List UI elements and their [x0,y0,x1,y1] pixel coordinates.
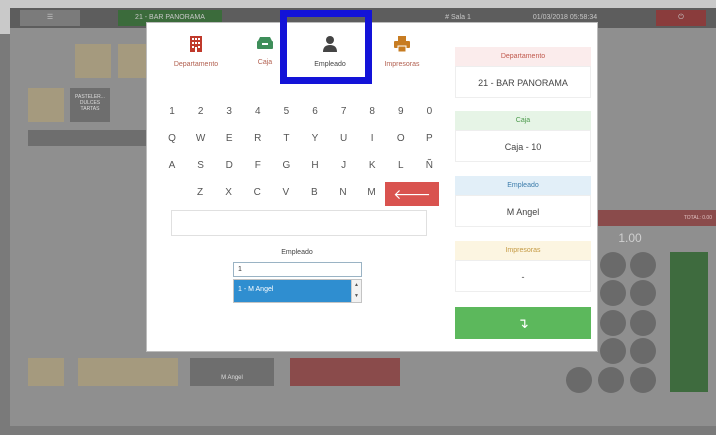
key-button[interactable]: 6 [302,101,328,123]
key-button[interactable]: F [244,155,271,177]
key-button[interactable]: A [159,155,185,177]
background-category-tile [118,44,146,78]
key-button[interactable]: 4 [244,101,271,123]
card-value: 21 - BAR PANORAMA [455,66,591,98]
key-blank [159,182,185,204]
background-footer-tile [290,358,400,386]
key-button[interactable]: L [387,155,414,177]
key-button[interactable]: 7 [330,101,357,123]
background-confirm [670,252,708,392]
background-key [630,252,656,278]
card-title: Caja [455,111,591,130]
background-key [630,338,656,364]
employee-label: Empleado [281,249,313,256]
backspace-button[interactable]: 🡐 [385,182,439,206]
employee-option[interactable]: 1 - M Angel [238,286,273,293]
building-icon [161,35,231,55]
key-button[interactable]: 2 [187,101,214,123]
key-button[interactable]: P [416,128,443,150]
key-button[interactable]: I [359,128,386,150]
impresoras-card: Impresoras - [455,241,591,292]
background-key [630,310,656,336]
key-button[interactable]: V [272,182,299,204]
key-button[interactable]: R [244,128,271,150]
employee-listbox[interactable]: 1 - M Angel ▲ ▼ [233,279,362,303]
confirm-button[interactable]: ↴ [455,307,591,339]
key-button[interactable]: T [273,128,300,150]
tab-label: Departamento [173,61,219,68]
card-value: Caja - 10 [455,130,591,162]
listbox-scrollbar[interactable]: ▲ ▼ [351,280,361,302]
background-key [630,280,656,306]
card-title: Departamento [455,47,591,66]
caja-card: Caja Caja - 10 [455,111,591,162]
background-total: TOTAL: 0.00 [598,210,716,226]
background-key [600,310,626,336]
key-button[interactable]: 8 [359,101,386,123]
key-button[interactable]: X [215,182,242,204]
power-button[interactable]: ⏻ [656,10,706,26]
key-button[interactable]: K [359,155,386,177]
background-footer-tile [78,358,178,386]
key-button[interactable]: Z [187,182,213,204]
background-key [600,338,626,364]
key-button[interactable]: Ñ [416,155,443,177]
keyboard-text-field[interactable] [171,210,427,236]
background-key [566,367,592,393]
key-button[interactable]: J [330,155,357,177]
card-title: Impresoras [455,241,591,260]
printer-icon [367,35,437,55]
background-key [598,367,624,393]
background-key [600,252,626,278]
selection-highlight [280,10,372,84]
key-button[interactable]: 1 [159,101,185,123]
tab-label: Impresoras [384,61,420,68]
departamento-card: Departamento 21 - BAR PANORAMA [455,47,591,98]
key-button[interactable]: H [302,155,328,177]
background-quantity: 1.00 [618,231,642,245]
selection-modal: Departamento Caja Empleado Impresoras 12… [146,10,598,352]
menu-button[interactable]: ☰ [20,10,80,26]
card-value: M Angel [455,195,591,227]
empleado-card: Empleado M Angel [455,176,591,227]
background-footer-tile [28,358,64,386]
employee-search-input[interactable]: 1 [233,262,362,277]
key-button[interactable]: 9 [387,101,414,123]
key-button[interactable]: N [330,182,356,204]
key-button[interactable]: W [187,128,214,150]
key-button[interactable]: 5 [273,101,300,123]
key-button[interactable]: M [358,182,385,204]
key-button[interactable]: 0 [416,101,443,123]
background-category-label: PASTELER... DULCES TARTAS [70,88,110,122]
tab-impresoras[interactable]: Impresoras [367,23,437,83]
background-category-tile [75,44,111,78]
key-button[interactable]: Y [302,128,328,150]
key-button[interactable]: Q [159,128,185,150]
background-row [28,130,146,146]
key-button[interactable]: D [216,155,243,177]
tab-departamento[interactable]: Departamento [161,23,231,83]
key-button[interactable]: S [187,155,214,177]
key-button[interactable]: U [330,128,357,150]
background-key [630,367,656,393]
background-footer-user: M Angel [190,358,274,386]
key-button[interactable]: B [301,182,328,204]
key-button[interactable]: O [387,128,414,150]
background-star-tile [28,88,64,122]
card-value: - [455,260,591,292]
background-key [600,280,626,306]
key-button[interactable]: G [273,155,300,177]
card-title: Empleado [455,176,591,195]
key-button[interactable]: C [244,182,271,204]
key-button[interactable]: E [216,128,243,150]
key-button[interactable]: 3 [216,101,243,123]
